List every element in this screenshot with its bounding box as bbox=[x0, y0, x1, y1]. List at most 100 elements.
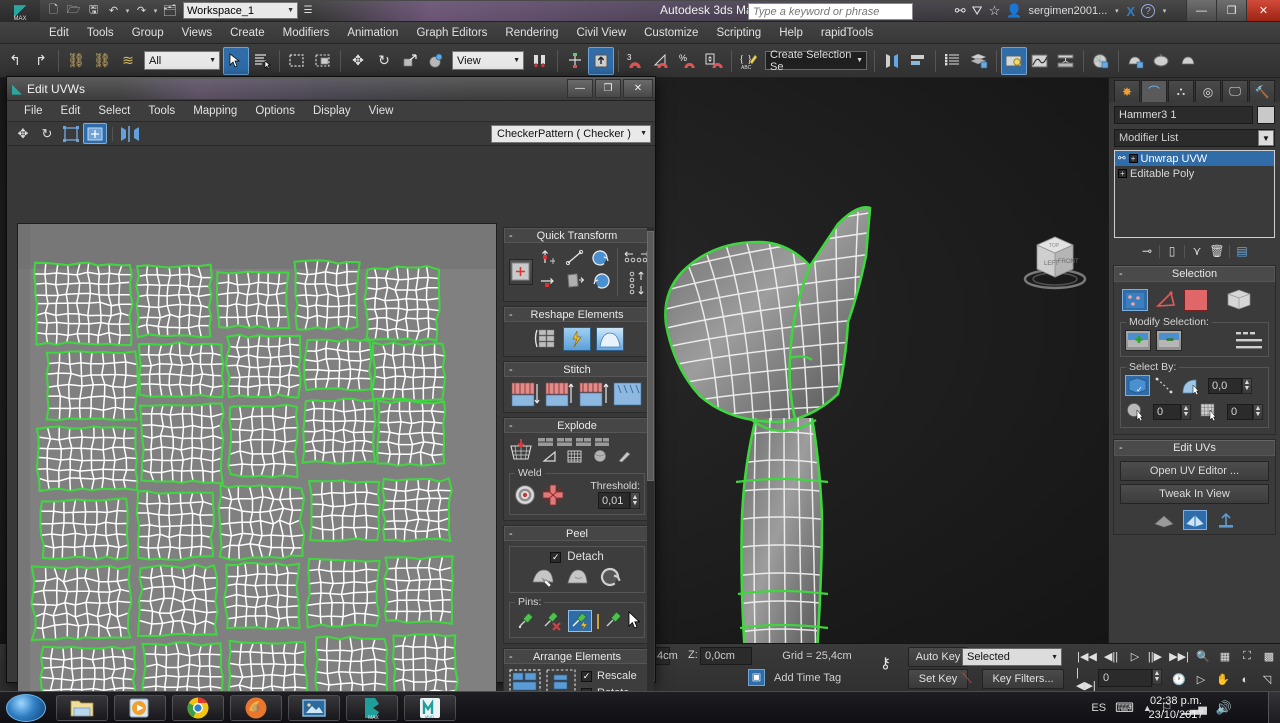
uv-face-button[interactable] bbox=[1214, 511, 1238, 530]
render-setup-button[interactable] bbox=[1088, 47, 1114, 75]
layer-manager-button[interactable] bbox=[966, 47, 992, 75]
filter-pins-button[interactable] bbox=[568, 610, 592, 632]
curve-editor-button[interactable] bbox=[1027, 47, 1053, 75]
select-by-material-id-button[interactable] bbox=[1199, 401, 1223, 422]
select-by-planar-angle-button[interactable] bbox=[1180, 375, 1204, 396]
redo-icon[interactable]: ↷ bbox=[132, 2, 151, 20]
remove-modifier-icon[interactable]: 🗑 bbox=[1209, 244, 1225, 258]
uv-edge-button[interactable] bbox=[1182, 510, 1207, 530]
save-file-icon[interactable]: 🖫 bbox=[84, 2, 103, 20]
freeform-mode-button[interactable] bbox=[83, 123, 107, 144]
pack-normalize-button[interactable] bbox=[509, 259, 533, 285]
stitch-diagonal-button[interactable] bbox=[613, 382, 644, 407]
rescale-checkbox[interactable]: ✓ bbox=[581, 670, 592, 682]
vertex-subobject-button[interactable] bbox=[1122, 289, 1148, 311]
weld-selected-button[interactable] bbox=[541, 484, 565, 506]
shrink-selection-button[interactable] bbox=[1156, 330, 1182, 351]
select-and-manipulate-button[interactable] bbox=[527, 47, 553, 75]
redo-button[interactable]: ↱ bbox=[28, 47, 54, 75]
autodesk-cloud-icon[interactable]: ⛛ bbox=[972, 3, 983, 19]
pin-selected-button[interactable] bbox=[604, 610, 626, 632]
taskbar-photo-viewer[interactable] bbox=[288, 695, 340, 721]
menu-item-civil-view[interactable]: Civil View bbox=[567, 25, 635, 41]
add-time-tag-button[interactable]: Add Time Tag bbox=[770, 669, 870, 687]
minimize-button[interactable]: — bbox=[1186, 0, 1216, 21]
relax-until-flat-button[interactable] bbox=[530, 327, 558, 351]
menu-item-modifiers[interactable]: Modifiers bbox=[274, 25, 339, 41]
selection-rollout-header[interactable]: - Selection bbox=[1114, 266, 1275, 282]
go-to-start-button[interactable]: |◀◀ bbox=[1076, 646, 1098, 667]
bind-to-space-warp-button[interactable]: ≋ bbox=[115, 47, 141, 75]
quick-peel-button[interactable] bbox=[563, 327, 591, 351]
explode-by-smoothing-group-button[interactable] bbox=[592, 449, 608, 463]
favorites-star-icon[interactable]: ☆ bbox=[989, 3, 1001, 19]
pan-view-button[interactable]: ✋ bbox=[1212, 669, 1234, 690]
ignore-backfacing-button[interactable] bbox=[1154, 376, 1176, 396]
named-selection-sets-combo[interactable]: Create Selection Se ▼ bbox=[765, 49, 867, 73]
undo-dropdown-caret-icon[interactable]: ▾ bbox=[124, 7, 131, 15]
select-and-scale-button[interactable] bbox=[397, 47, 423, 75]
element-select-button[interactable]: ✓ bbox=[1125, 375, 1150, 396]
uv-panel-scrollbar[interactable] bbox=[647, 227, 654, 723]
tab-motion[interactable]: ◎ bbox=[1195, 80, 1221, 102]
new-file-icon[interactable]: 🗋 bbox=[44, 2, 63, 20]
uvw-menu-item-tools[interactable]: Tools bbox=[139, 103, 184, 119]
modifier-stack[interactable]: ⚯ + Unwrap UVW + Editable Poly bbox=[1114, 150, 1275, 238]
pan-timeline-button[interactable]: ▷ bbox=[1190, 669, 1212, 690]
loop-ring-buttons[interactable] bbox=[1236, 331, 1264, 350]
layer-explorer-button[interactable] bbox=[940, 47, 966, 75]
menu-item-tools[interactable]: Tools bbox=[78, 25, 123, 41]
start-button[interactable] bbox=[6, 694, 46, 722]
flip-horizontal-button[interactable] bbox=[564, 271, 586, 291]
rotate-90-cw-button[interactable] bbox=[590, 271, 612, 291]
menu-item-edit[interactable]: Edit bbox=[40, 25, 78, 41]
uvw-menu-item-mapping[interactable]: Mapping bbox=[184, 103, 246, 119]
percent-snap-toggle-button[interactable]: % bbox=[675, 47, 701, 75]
select-by-name-button[interactable] bbox=[249, 47, 275, 75]
spinner-snap-toggle-button[interactable] bbox=[701, 47, 727, 75]
schematic-view-button[interactable] bbox=[1053, 47, 1079, 75]
pivot-point-button[interactable] bbox=[588, 46, 614, 75]
taskbar-media-player[interactable] bbox=[114, 695, 166, 721]
uv-vertex-button[interactable] bbox=[1152, 511, 1176, 530]
move-selected-subobject-button[interactable]: ✥ bbox=[11, 123, 35, 144]
snaps-toggle-button[interactable]: 3 bbox=[623, 47, 649, 75]
rectangular-selection-region-button[interactable] bbox=[284, 47, 310, 75]
explode-by-angle-button[interactable] bbox=[542, 450, 558, 463]
undo-button[interactable]: ↰ bbox=[2, 47, 28, 75]
align-to-pivot-button[interactable] bbox=[562, 47, 588, 75]
stitch-custom-button[interactable] bbox=[579, 382, 610, 407]
tab-hierarchy[interactable]: ⛬ bbox=[1168, 80, 1194, 102]
language-indicator[interactable]: ES bbox=[1091, 702, 1106, 714]
mirror-button[interactable] bbox=[879, 47, 905, 75]
undo-icon[interactable]: ↶ bbox=[104, 2, 123, 20]
set-project-folder-icon[interactable]: 🗂 bbox=[160, 2, 179, 20]
target-weld-button[interactable] bbox=[514, 484, 536, 506]
arrange-elements-header[interactable]: - Arrange Elements bbox=[504, 649, 650, 664]
light-bulb-icon[interactable]: ⚯ bbox=[1118, 153, 1126, 164]
tab-display[interactable]: 🖵 bbox=[1222, 80, 1248, 102]
object-name-field[interactable]: Hammer3 1 bbox=[1114, 106, 1253, 124]
mirror-horizontal-button[interactable] bbox=[118, 123, 142, 144]
expand-modifier-icon[interactable]: + bbox=[1118, 169, 1127, 178]
maximize-viewport-button[interactable]: ⛶ bbox=[1236, 646, 1258, 667]
render-iterative-button[interactable] bbox=[1175, 47, 1201, 75]
uvw-menu-item-select[interactable]: Select bbox=[89, 103, 139, 119]
straighten-selection-button[interactable] bbox=[564, 248, 586, 268]
rotate-selected-subobject-button[interactable]: ↻ bbox=[35, 123, 59, 144]
user-account-icon[interactable]: 👤 bbox=[1006, 3, 1022, 19]
pin-stack-icon[interactable]: ⊸ bbox=[1139, 244, 1155, 258]
select-object-button[interactable] bbox=[223, 46, 249, 75]
configure-modifier-sets-icon[interactable]: ▤ bbox=[1234, 244, 1250, 258]
uv-edit-canvas[interactable] bbox=[17, 223, 497, 723]
modifier-editable-poly[interactable]: + Editable Poly bbox=[1115, 166, 1274, 181]
menu-item-animation[interactable]: Animation bbox=[338, 25, 407, 41]
menu-item-views[interactable]: Views bbox=[173, 25, 221, 41]
menu-item-create[interactable]: Create bbox=[221, 25, 274, 41]
edit-named-selection-sets-button[interactable]: { } ABC bbox=[736, 47, 762, 75]
application-menu-button[interactable]: ◤ MAX bbox=[0, 0, 40, 22]
stitch-target-button[interactable] bbox=[545, 382, 576, 407]
align-vertical-to-pivot-button[interactable] bbox=[538, 248, 560, 268]
key-filters-button[interactable]: Key Filters... bbox=[982, 669, 1064, 689]
menu-item-graph-editors[interactable]: Graph Editors bbox=[407, 25, 496, 41]
